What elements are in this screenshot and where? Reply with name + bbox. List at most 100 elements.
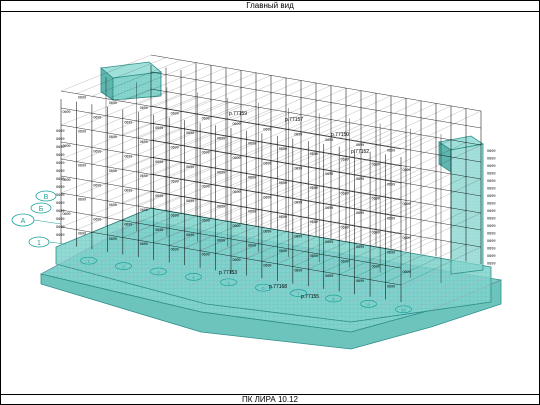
node-label: 0699 <box>171 111 179 115</box>
node-label: 0699 <box>325 138 333 142</box>
node-label: 0699 <box>56 161 64 165</box>
node-label: 0699 <box>487 224 495 228</box>
label-p77150: р.77150 <box>331 132 349 138</box>
node-label: 0699 <box>248 142 256 146</box>
node-label: 0699 <box>78 96 86 100</box>
node-label: 0699 <box>294 269 302 273</box>
node-label: 0699 <box>186 165 194 169</box>
node-label: 0699 <box>186 233 194 237</box>
node-label: 0699 <box>248 176 256 180</box>
node-label: 0699 <box>78 232 86 236</box>
structural-model[interactable]: 0699 0699 0699 0699 0699 0699 0699 0699 0699 0699… <box>1 12 539 394</box>
view-title: Главный вид <box>1 1 539 12</box>
node-label: 0699 <box>202 253 210 257</box>
node-label: 0699 <box>263 161 271 165</box>
stair-tower-left <box>100 61 162 101</box>
node-label: 0699 <box>372 197 380 201</box>
node-label: 0699 <box>356 143 364 147</box>
node-label: 0699 <box>56 169 64 173</box>
node-label: 0699 <box>155 228 163 232</box>
node-label: 0699 <box>217 204 225 208</box>
node-label: 0699 <box>487 172 495 176</box>
node-label: 0699 <box>202 117 210 121</box>
node-label: 0699 <box>124 121 132 125</box>
node-label: 0699 <box>93 183 101 187</box>
node-label: 0699 <box>109 169 117 173</box>
node-label: 0699 <box>171 179 179 183</box>
node-label: 0699 <box>487 164 495 168</box>
node-label: 0699 <box>263 127 271 131</box>
node-label: 0699 <box>202 185 210 189</box>
node-label: 0699 <box>487 254 495 258</box>
node-label: 0699 <box>279 147 287 151</box>
node-label: 0699 <box>171 247 179 251</box>
node-label: 0699 <box>93 217 101 221</box>
node-label: 0699 <box>56 137 64 141</box>
node-label: 0699 <box>487 209 495 213</box>
node-label: 0699 <box>341 157 349 161</box>
axis-label-b: Б <box>39 206 44 213</box>
node-label: 0699 <box>217 238 225 242</box>
label-p77155: р.77155 <box>301 294 319 300</box>
node-label: 0699 <box>310 254 318 258</box>
node-label: 0699 <box>325 240 333 244</box>
node-label: 0699 <box>124 223 132 227</box>
node-label: 0699 <box>78 130 86 134</box>
node-label: 0699 <box>487 232 495 236</box>
node-label: 0699 <box>186 199 194 203</box>
node-label: 0699 <box>403 168 411 172</box>
model-viewport[interactable]: 0699 0699 0699 0699 0699 0699 0699 0699 0699 0699… <box>1 12 539 394</box>
node-label: 0699 <box>233 156 241 160</box>
node-label: 0699 <box>56 225 64 229</box>
node-label: 0699 <box>56 177 64 181</box>
label-p77153: р.77153 <box>219 270 237 276</box>
node-label: 0699 <box>372 231 380 235</box>
node-label: 0699 <box>93 149 101 153</box>
label-p77159: р.77159 <box>229 111 247 117</box>
main-view-window: Главный вид 0699 0699 0699 0699 0699 069… <box>0 0 540 405</box>
node-label: 0699 <box>487 157 495 161</box>
node-label: 0699 <box>109 203 117 207</box>
node-label: 0699 <box>387 250 395 254</box>
node-label: 0699 <box>56 153 64 157</box>
node-label: 0699 <box>124 155 132 159</box>
node-label: 0699 <box>186 131 194 135</box>
node-label: 0699 <box>279 181 287 185</box>
node-label: 0699 <box>202 151 210 155</box>
node-label: 0699 <box>310 186 318 190</box>
node-label: 0699 <box>263 229 271 233</box>
node-label: 0699 <box>356 177 364 181</box>
node-label: 0699 <box>487 239 495 243</box>
axis-marker-a[interactable]: А <box>11 213 35 227</box>
node-label: 0699 <box>403 270 411 274</box>
node-label: 0699 <box>93 115 101 119</box>
node-label: 0699 <box>56 185 64 189</box>
node-label: 0699 <box>248 244 256 248</box>
node-label: 0699 <box>325 206 333 210</box>
node-label: 0699 <box>155 126 163 130</box>
node-label: 0699 <box>233 122 241 126</box>
node-label: 0699 <box>171 145 179 149</box>
node-label: 0699 <box>356 245 364 249</box>
node-label: 0699 <box>124 189 132 193</box>
axis-marker-v[interactable]: В <box>35 190 57 202</box>
node-label: 0699 <box>325 274 333 278</box>
node-label: 0699 <box>56 193 64 197</box>
node-label: 0699 <box>78 198 86 202</box>
node-label: 0699 <box>294 133 302 137</box>
axis-marker-1[interactable]: 1 <box>28 236 50 248</box>
node-label: 0699 <box>294 235 302 239</box>
node-label: 0699 <box>487 217 495 221</box>
axis-marker-b[interactable]: Б <box>30 202 52 214</box>
node-label: 0699 <box>217 136 225 140</box>
label-p77152: р.77152 <box>351 149 369 155</box>
node-label: 0699 <box>233 258 241 262</box>
axis-label-a: А <box>21 218 26 225</box>
axis-label-1: 1 <box>37 240 41 247</box>
node-label: 0699 <box>487 262 495 266</box>
node-label: 0699 <box>109 135 117 139</box>
node-label: 0699 <box>356 211 364 215</box>
node-label: 0699 <box>140 208 148 212</box>
node-label: 0699 <box>56 209 64 213</box>
node-label: 0699 <box>279 249 287 253</box>
